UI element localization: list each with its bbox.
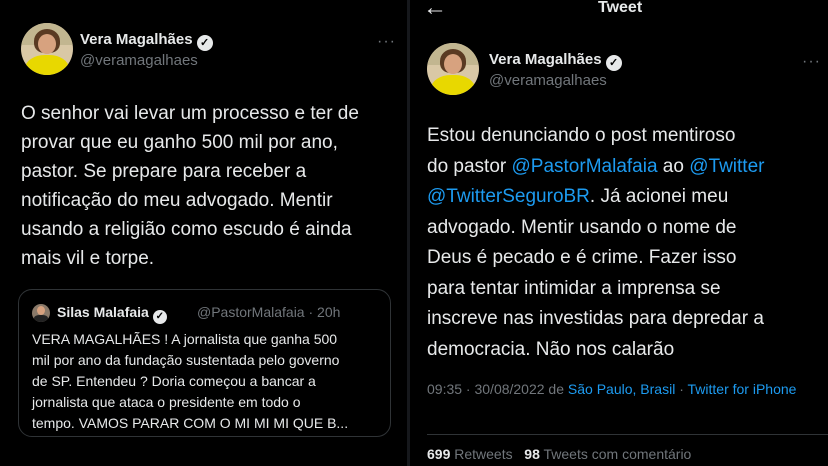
mention-link[interactable]: @TwitterSeguroBR [427, 186, 590, 207]
more-options-icon[interactable]: ··· [377, 33, 396, 51]
quoted-line: de SP. Entendeu ? Doria começou a bancar… [32, 373, 316, 389]
quoted-tweet-text: VERA MAGALHÃES ! A jornalista que ganha … [32, 329, 392, 434]
tweet-line: para tentar intimidar a imprensa se [427, 277, 721, 299]
quoted-author-name[interactable]: Silas Malafaia ✓ [57, 304, 167, 324]
tweet-line: mais vil e torpe. [21, 248, 155, 269]
tweet-text: O senhor vai levar um processo e ter de … [21, 99, 406, 273]
tweet-line: @TwitterSeguroBR. Já acionei meu [427, 182, 827, 213]
author-name-text[interactable]: Vera Magalhães [80, 31, 193, 48]
author-name-text[interactable]: Vera Magalhães [489, 51, 602, 68]
tweet-line: advogado. Mentir usando o nome de [427, 216, 737, 238]
quoted-author-name-text[interactable]: Silas Malafaia [57, 304, 149, 320]
quotes-count: 98 [524, 446, 540, 462]
tweet-line: provar que eu ganho 500 mil por ano, [21, 132, 338, 153]
quoted-line: mil por ano da fundação sustentada pelo … [32, 352, 340, 368]
quoted-line: tempo. VAMOS PARAR COM O MI MI MI QUE B.… [32, 415, 349, 431]
page-title: Tweet [598, 0, 643, 16]
tweet-line: pastor. Se prepare para receber a [21, 161, 307, 182]
tweet-line: do pastor @PastorMalafaia ao @Twitter [427, 152, 827, 183]
author-avatar[interactable] [427, 43, 479, 95]
tweet-text-segment: ao [657, 155, 690, 177]
quoted-author-handle[interactable]: @PastorMalafaia · 20h [197, 304, 340, 320]
mention-link[interactable]: @Twitter [689, 156, 764, 177]
quoted-author-avatar[interactable] [32, 304, 50, 322]
author-name[interactable]: Vera Magalhães ✓ [489, 51, 622, 71]
client-link[interactable]: Twitter for iPhone [688, 381, 797, 397]
verified-badge-icon: ✓ [196, 35, 213, 51]
tweet-stats: 699 Retweets 98 Tweets com comentário [427, 446, 691, 462]
verified-badge-icon: ✓ [152, 310, 167, 324]
author-handle[interactable]: @veramagalhaes [489, 72, 607, 89]
left-tweet-panel: Vera Magalhães ✓ @veramagalhaes ··· O sen… [0, 0, 407, 466]
tweet-text-segment: . Já acionei meu [589, 186, 729, 207]
location-link[interactable]: São Paulo, Brasil [568, 381, 675, 397]
quotes-label: Tweets com comentário [543, 446, 692, 462]
author-handle[interactable]: @veramagalhaes [80, 52, 198, 69]
author-avatar[interactable] [21, 23, 73, 75]
retweets-stat[interactable]: 699 Retweets [427, 446, 513, 462]
mention-link[interactable]: @PastorMalafaia [512, 156, 658, 177]
tweet-line: usando a religião como escudo é ainda [21, 219, 352, 240]
tweet-text: Estou denunciando o post mentiroso do pa… [427, 121, 827, 365]
tweet-line: O senhor vai levar um processo e ter de [21, 103, 359, 124]
tweet-line: Estou denunciando o post mentiroso [427, 125, 736, 146]
verified-badge-icon: ✓ [605, 55, 622, 71]
meta-separator: · [675, 381, 688, 397]
tweet-metadata: 09:35 · 30/08/2022 de São Paulo, Brasil … [427, 379, 827, 400]
tweet-text-segment: do pastor [427, 155, 512, 177]
tweet-line: notificação do meu advogado. Mentir [21, 190, 333, 211]
retweets-label: Retweets [454, 446, 513, 462]
tweet-line: Deus é pecado e é crime. Fazer isso [427, 247, 737, 268]
quoted-line: jornalista que ataca o presidente em tod… [32, 394, 301, 410]
quote-tweets-stat[interactable]: 98 Tweets com comentário [524, 446, 691, 462]
more-options-icon[interactable]: ··· [802, 53, 821, 71]
quoted-line: VERA MAGALHÃES ! A jornalista que ganha … [32, 331, 338, 347]
tweet-line: democracia. Não nos calarão [427, 338, 675, 360]
author-name[interactable]: Vera Magalhães ✓ [80, 31, 213, 51]
retweets-count: 699 [427, 446, 451, 462]
tweet-timestamp[interactable]: 09:35 · 30/08/2022 de [427, 381, 568, 397]
tweet-line: inscreve nas investidas para depredar a [427, 308, 764, 329]
quoted-tweet-card[interactable]: Silas Malafaia ✓ @PastorMalafaia · 20h VE… [18, 289, 391, 437]
back-arrow-icon[interactable]: ← [423, 0, 447, 22]
stats-divider [427, 434, 828, 435]
right-tweet-panel: ← Tweet Vera Magalhães ✓ @veramagalhaes ·… [410, 0, 828, 466]
